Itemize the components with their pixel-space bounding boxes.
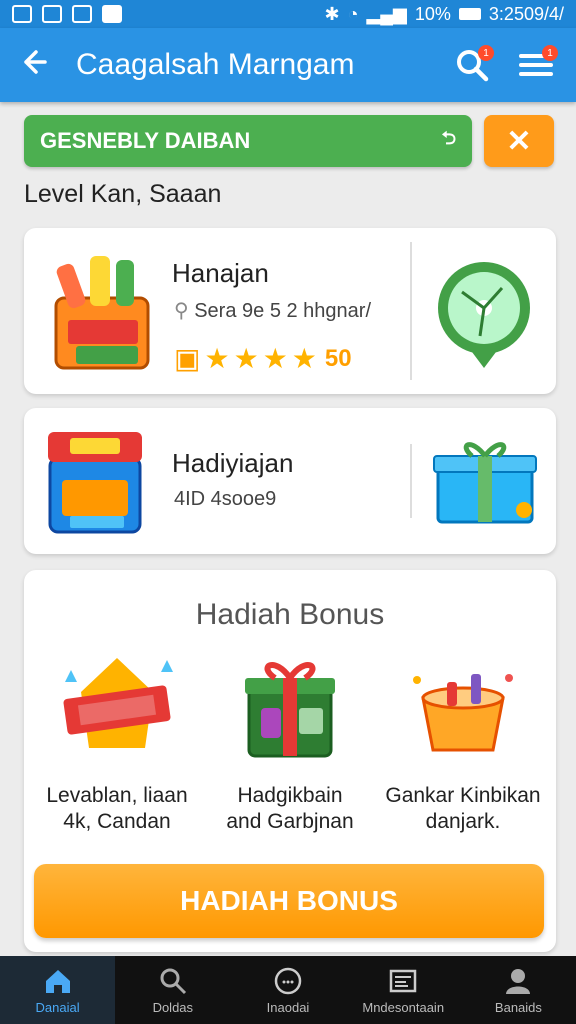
- nav-item-label: Inaodai: [266, 999, 310, 1015]
- banner-text: GESNEBLY DAIBAN: [40, 128, 251, 153]
- chat-icon: [274, 967, 302, 994]
- gift-box-icon: [245, 662, 335, 758]
- nav-item-search[interactable]: Doldas: [115, 956, 230, 1024]
- basket-icon: [413, 674, 513, 752]
- clock: 3:2509/4/: [488, 3, 564, 24]
- banner-close-button[interactable]: ✕: [484, 115, 554, 167]
- score-value: 50: [324, 344, 352, 372]
- arrow-left-icon: [24, 50, 47, 74]
- bonus-section: Hadiah Bonus Levablan, liaan 4k, Candan …: [24, 570, 556, 952]
- battery-percent: 10%: [414, 3, 451, 24]
- link-icon: ⚲: [174, 300, 195, 322]
- bonus-item-line: Hadgikbain: [237, 784, 343, 807]
- signal-icon: ▂▄▆: [366, 3, 407, 24]
- bottom-nav: Danaial Doldas Inaodai Mndesontaain Bana…: [0, 956, 576, 1024]
- menu-button[interactable]: 1: [514, 43, 558, 87]
- reward-card-gift[interactable]: Hadiyiajan 4ID 4sooe9: [24, 408, 556, 554]
- status-bar: ✱ ◔ ▂▄▆ 10% 3:2509/4/: [0, 0, 576, 28]
- nav-item-label: Doldas: [152, 999, 194, 1015]
- app-icon: [102, 5, 122, 23]
- nav-item-documents[interactable]: Mndesontaain: [346, 956, 461, 1024]
- bluetooth-icon: ✱: [324, 3, 340, 24]
- divider: [410, 242, 412, 380]
- nav-item-chat[interactable]: Inaodai: [230, 956, 345, 1024]
- nav-item-home[interactable]: Danaial: [0, 956, 116, 1024]
- card-subtitle-text: Sera 9e 5 2 hhgnar/: [194, 300, 372, 322]
- trophy-ribbon-icon: [63, 658, 173, 748]
- photo-icon: [72, 5, 92, 23]
- notification-icons: [12, 5, 122, 23]
- banner-arrow-icon: ⮌: [441, 128, 456, 148]
- bonus-item[interactable]: Gankar Kinbikan danjark.: [378, 652, 548, 835]
- menu-badge: 1: [542, 45, 558, 61]
- home-icon: [45, 969, 70, 993]
- battery-icon: [458, 8, 481, 20]
- nav-item-label: Danaial: [35, 999, 80, 1015]
- document-icon: [389, 969, 417, 992]
- banner-row: GESNEBLY DAIBAN ⮌ ✕: [24, 115, 554, 167]
- search-button[interactable]: 1: [450, 43, 494, 87]
- nav-item-label: Mndesontaain: [362, 999, 445, 1015]
- app-bar: Caagalsah Marngam 1 1: [0, 28, 576, 102]
- star-icon: ★: [291, 343, 317, 374]
- star-rating: ▣ ★ ★ ★ ★ 50: [174, 342, 352, 375]
- bonus-item-line: and Garbjnan: [226, 810, 354, 833]
- bonus-item-label: Levablan, liaan 4k, Candan: [32, 783, 202, 835]
- nav-item-profile[interactable]: Banaids: [461, 956, 576, 1024]
- message-icon: [12, 5, 32, 23]
- bonus-item-label: Hadgikbain and Garbjnan: [205, 783, 375, 835]
- bonus-item-line: 4k, Candan: [63, 810, 171, 833]
- bonus-item-line: Gankar Kinbikan: [385, 784, 541, 807]
- bonus-item[interactable]: Hadgikbain and Garbjnan: [205, 652, 375, 835]
- gift-box-icon: [433, 442, 537, 524]
- card-title: Hanajan: [172, 258, 269, 288]
- nav-item-label: Banaids: [494, 999, 542, 1015]
- divider: [410, 444, 412, 518]
- search-badge: 1: [478, 45, 494, 61]
- bonus-button[interactable]: HADIAH BONUS: [34, 864, 544, 938]
- search-icon: [160, 968, 186, 994]
- reward-box-icon: [54, 256, 150, 370]
- star-icon: ★: [233, 343, 259, 374]
- back-button[interactable]: [18, 47, 58, 83]
- bonus-title: Hadiah Bonus: [195, 598, 385, 631]
- mail-icon: [42, 5, 62, 23]
- clock-badge-icon: [438, 262, 530, 368]
- treasure-box-icon: [48, 432, 142, 534]
- reward-card-level[interactable]: Hanajan ⚲ Sera 9e 5 2 hhgnar/ ▣ ★ ★ ★ ★ …: [24, 228, 556, 394]
- gift-icon: ▣: [174, 343, 201, 374]
- promo-banner[interactable]: GESNEBLY DAIBAN ⮌: [24, 115, 472, 167]
- star-icon: ★: [262, 343, 288, 374]
- bonus-item-label: Gankar Kinbikan danjark.: [378, 783, 548, 835]
- wifi-icon: ◔: [347, 3, 359, 24]
- page-title: Caagalsah Marngam: [76, 48, 355, 81]
- star-icon: ★: [204, 343, 230, 374]
- bonus-item-line: Levablan, liaan: [46, 784, 188, 807]
- section-label: Level Kan, Saaan: [24, 180, 222, 208]
- card-title: Hadiyiajan: [172, 448, 294, 478]
- card-subtitle: 4ID 4sooe9: [174, 488, 277, 510]
- card-subtitle: ⚲ Sera 9e 5 2 hhgnar/: [174, 298, 371, 323]
- bonus-item[interactable]: Levablan, liaan 4k, Candan: [32, 652, 202, 835]
- bonus-item-line: danjark.: [425, 810, 501, 833]
- profile-icon: [506, 968, 531, 994]
